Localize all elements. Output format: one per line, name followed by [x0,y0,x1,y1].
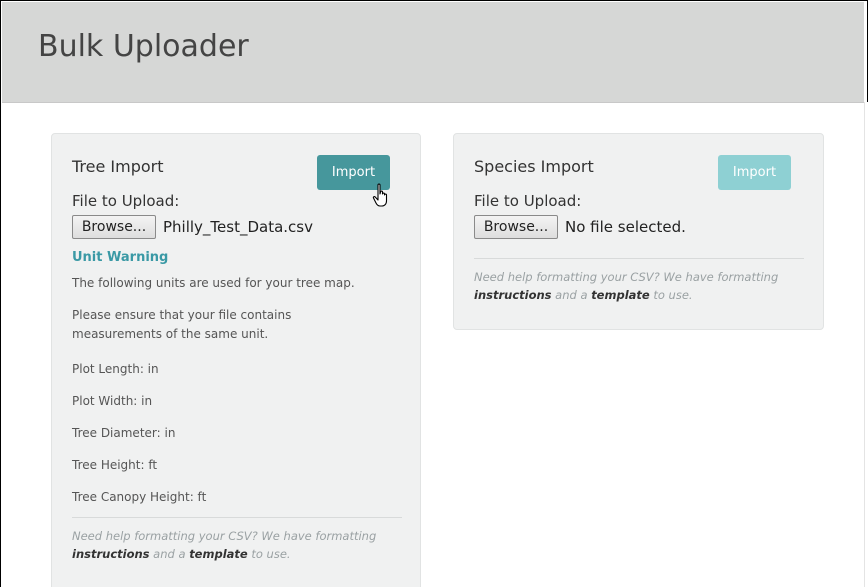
species-import-button[interactable]: Import [718,155,791,190]
tree-import-title: Tree Import [72,157,164,176]
species-divider [474,258,804,259]
species-help-suffix: to use. [649,288,693,302]
species-browse-button[interactable]: Browse... [474,215,558,239]
unit-warning-line1: The following units are used for your tr… [72,276,355,290]
tree-browse-button[interactable]: Browse... [72,215,156,239]
tree-divider [72,517,402,518]
unit-plot-length: Plot Length: in [72,362,159,376]
unit-warning-line2: Please ensure that your file contains me… [72,308,292,341]
tree-file-name: Philly_Test_Data.csv [163,218,313,236]
hand-pointer-icon [372,183,388,207]
tree-file-label: File to Upload: [72,192,180,210]
tree-file-input: Browse... Philly_Test_Data.csv [72,215,313,239]
species-instructions-link[interactable]: instructions [474,288,552,302]
unit-plot-width: Plot Width: in [72,394,153,408]
species-help-text: Need help formatting your CSV? We have f… [474,268,804,304]
tree-template-link[interactable]: template [189,547,248,561]
unit-warning-title: Unit Warning [72,250,169,265]
page-header: Bulk Uploader [2,2,864,103]
tree-help-middle: and a [149,547,190,561]
species-file-label: File to Upload: [474,192,582,210]
species-help-prefix: Need help formatting your CSV? We have f… [474,270,779,284]
species-template-link[interactable]: template [591,288,650,302]
unit-tree-canopy-height: Tree Canopy Height: ft [72,490,207,504]
species-file-input: Browse... No file selected. [474,215,686,239]
species-file-name: No file selected. [565,218,686,236]
tree-help-prefix: Need help formatting your CSV? We have f… [72,529,377,543]
species-import-panel: Species Import Import File to Upload: Br… [453,133,824,330]
species-import-title: Species Import [474,157,594,176]
tree-help-suffix: to use. [247,547,291,561]
tree-import-panel: Tree Import Import File to Upload: Brows… [51,133,421,587]
tree-help-text: Need help formatting your CSV? We have f… [72,527,402,563]
unit-tree-height: Tree Height: ft [72,458,158,472]
scrollbar[interactable] [864,102,868,587]
unit-tree-diameter: Tree Diameter: in [72,426,176,440]
species-help-middle: and a [551,288,592,302]
page-title: Bulk Uploader [38,29,249,64]
tree-instructions-link[interactable]: instructions [72,547,150,561]
